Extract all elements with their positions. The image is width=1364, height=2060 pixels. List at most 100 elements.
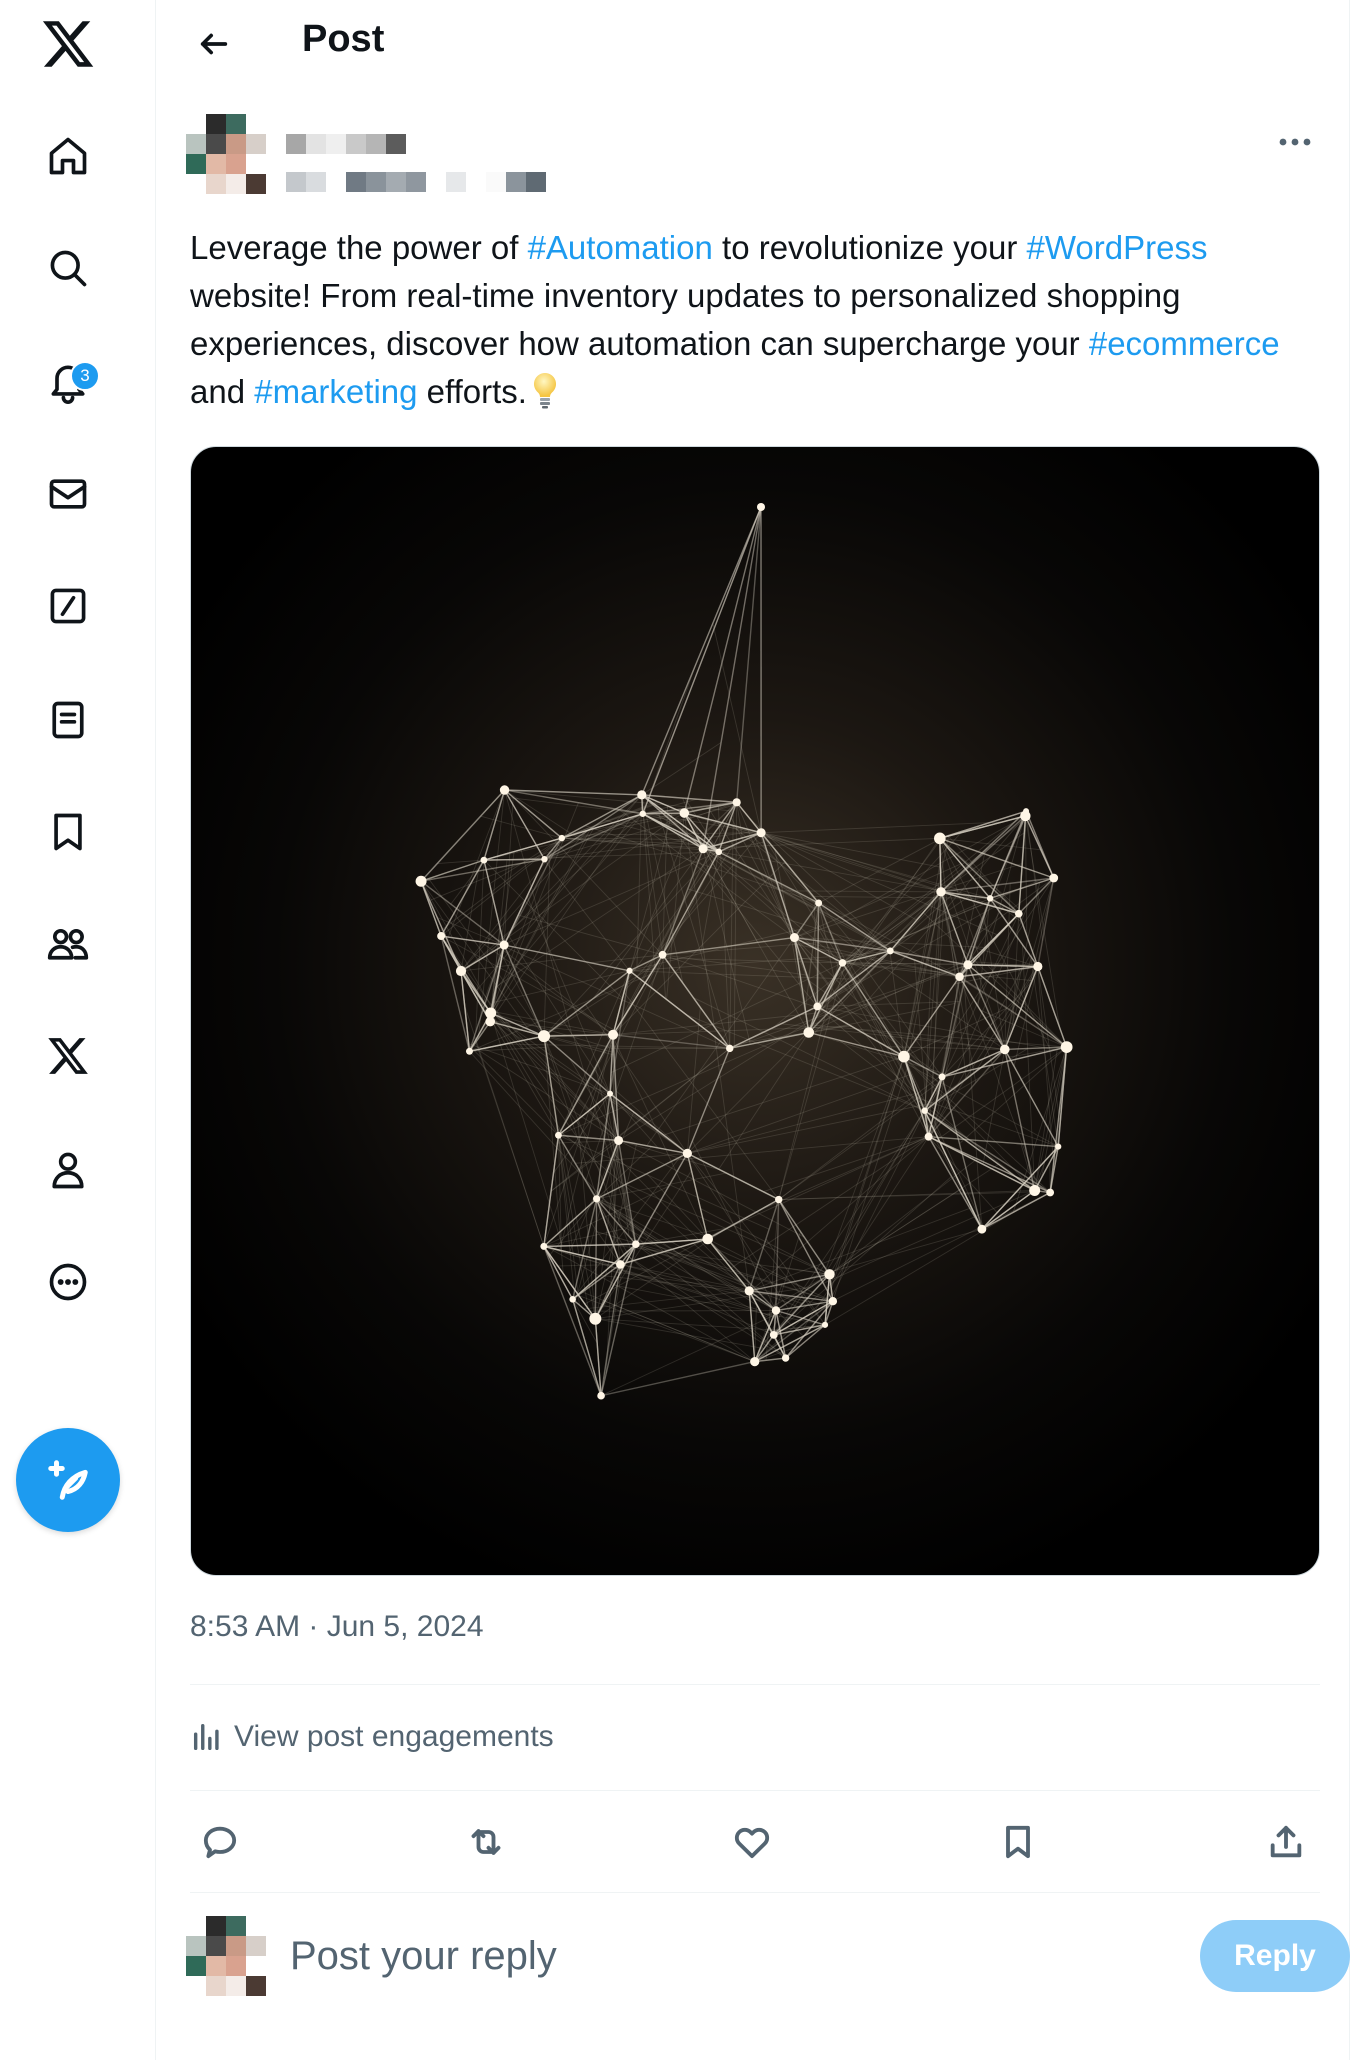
share-icon — [1270, 1825, 1302, 1858]
network-line — [718, 851, 967, 896]
network-line — [543, 1036, 560, 1135]
share-button[interactable] — [1256, 1812, 1316, 1872]
network-node — [744, 1286, 754, 1296]
network-node — [756, 828, 766, 838]
view-engagements-link[interactable]: View post engagements — [190, 1712, 554, 1762]
network-line — [618, 1003, 838, 1141]
sidebar-item-explore[interactable] — [38, 238, 98, 298]
reply-submit-button[interactable]: Reply — [1200, 1920, 1350, 1992]
x-logo-icon[interactable] — [38, 14, 98, 74]
network-node — [614, 1135, 624, 1145]
network-node — [750, 1356, 760, 1367]
current-user-avatar[interactable] — [186, 1916, 266, 1996]
network-node — [921, 1107, 928, 1114]
network-line — [609, 1093, 688, 1154]
network-line — [642, 506, 762, 815]
network-node — [415, 875, 427, 887]
reply-button[interactable] — [190, 1812, 250, 1872]
sidebar-item-home[interactable] — [38, 126, 98, 186]
network-line — [754, 1304, 757, 1362]
sidebar-item-more[interactable] — [38, 1252, 98, 1312]
back-button[interactable] — [186, 16, 242, 72]
network-line — [735, 506, 762, 803]
bookmark-button[interactable] — [988, 1812, 1048, 1872]
hashtag-link[interactable]: #marketing — [254, 373, 417, 410]
network-line — [832, 1066, 909, 1302]
network-node — [626, 967, 633, 974]
network-node — [480, 856, 488, 864]
network-node — [569, 1295, 576, 1303]
sidebar-nav: 3 — [0, 0, 156, 2060]
person-icon — [52, 1152, 84, 1189]
hashtag-link[interactable]: #WordPress — [1027, 229, 1208, 266]
network-node — [999, 1044, 1010, 1055]
network-node — [838, 959, 847, 967]
compose-post-button[interactable] — [16, 1428, 120, 1532]
network-node — [702, 1233, 713, 1245]
repost-button[interactable] — [456, 1812, 516, 1872]
network-line — [903, 1056, 1051, 1193]
repost-icon — [471, 1829, 501, 1855]
sidebar-item-bookmarks[interactable] — [38, 802, 98, 862]
network-line — [646, 1173, 709, 1240]
post-timestamp[interactable]: 8:53 AM · Jun 5, 2024 — [190, 1610, 484, 1644]
network-line — [641, 742, 722, 796]
network-node — [789, 933, 799, 943]
sidebar-item-messages[interactable] — [38, 464, 98, 524]
network-line — [778, 1073, 943, 1200]
network-line — [578, 1295, 755, 1363]
network-line — [702, 848, 912, 960]
reply-input[interactable] — [290, 1926, 1050, 1986]
network-line — [450, 859, 485, 905]
network-line — [785, 1300, 834, 1359]
sidebar-item-grok[interactable] — [38, 576, 98, 636]
network-line — [939, 810, 1027, 840]
network-node — [485, 1007, 497, 1019]
network-node — [813, 1002, 822, 1011]
hashtag-link[interactable]: #ecommerce — [1089, 325, 1280, 362]
post-more-button[interactable] — [1270, 122, 1320, 162]
network-line — [778, 965, 845, 1200]
network-line — [518, 914, 663, 956]
network-node — [558, 834, 566, 842]
network-node — [1046, 1188, 1055, 1197]
network-node — [955, 972, 964, 982]
network-node — [803, 1027, 815, 1038]
network-node — [1060, 1041, 1073, 1054]
sidebar-item-communities[interactable] — [38, 914, 98, 974]
post-text-segment: website! From real-time inventory update… — [190, 277, 1181, 362]
network-node — [821, 1321, 829, 1328]
network-line — [773, 1176, 952, 1336]
network-line — [504, 789, 563, 839]
bar-chart-icon — [193, 1723, 219, 1751]
reply-composer: Reply — [186, 1916, 1350, 1996]
network-node — [632, 1240, 640, 1249]
network-node — [781, 1354, 790, 1362]
network-node — [1049, 873, 1059, 883]
network-line — [615, 1090, 688, 1154]
sidebar-item-premium[interactable] — [38, 1026, 98, 1086]
network-line — [989, 819, 1024, 899]
avatar[interactable] — [186, 114, 266, 194]
network-line — [489, 837, 563, 885]
network-line — [785, 1324, 826, 1359]
network-node — [828, 1296, 838, 1306]
like-button[interactable] — [722, 1812, 782, 1872]
network-line — [928, 1048, 1006, 1138]
sidebar-item-lists[interactable] — [38, 690, 98, 750]
post-image[interactable] — [190, 446, 1320, 1576]
post-detail-column: Post Leverage the power of #Automation t… — [156, 0, 1350, 2060]
network-line — [623, 991, 780, 1200]
sidebar-item-profile[interactable] — [38, 1140, 98, 1200]
network-line — [687, 1103, 929, 1154]
network-node — [637, 790, 647, 800]
network-node — [726, 1044, 734, 1053]
network-node — [732, 798, 741, 807]
network-node — [963, 960, 973, 970]
network-node — [698, 844, 708, 854]
post-text-segment: and — [190, 373, 255, 410]
people-icon — [47, 928, 89, 960]
hashtag-link[interactable]: #Automation — [528, 229, 713, 266]
network-line — [443, 789, 505, 949]
network-node — [658, 950, 667, 959]
